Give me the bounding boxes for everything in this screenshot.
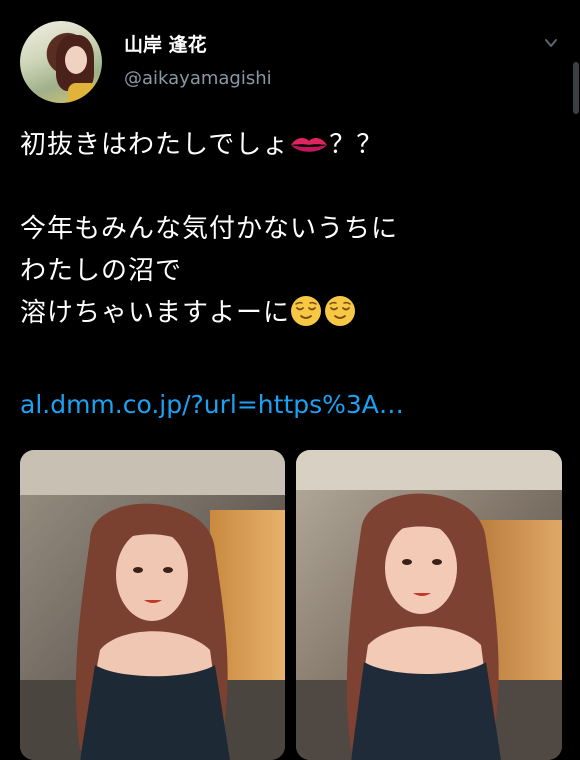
avatar[interactable]	[20, 21, 102, 103]
photo-2-image	[296, 450, 562, 760]
tweet-photo-1[interactable]	[20, 450, 285, 760]
tweet-line-2: 今年もみんな気付かないうちに	[20, 214, 399, 244]
avatar-face	[65, 46, 87, 74]
relieved-face-emoji	[291, 296, 322, 326]
relieved-face-emoji	[325, 296, 356, 326]
tweet-line-4: 溶けちゃいますよーに	[20, 292, 565, 334]
author-name[interactable]: 山岸 逢花	[124, 30, 207, 57]
photo-1-image	[20, 450, 285, 760]
tweet-link[interactable]: al.dmm.co.jp/?url=https%3A…	[20, 390, 404, 419]
scrollbar[interactable]	[573, 62, 579, 114]
tweet-text: 初抜きはわたしでしょ ？？ 今年もみんな気付かないうちに わたしの沼で 溶けちゃ…	[20, 124, 565, 334]
kiss-mark-emoji	[291, 138, 328, 152]
avatar-outfit	[68, 83, 98, 103]
tweet-line-3: わたしの沼で	[20, 256, 183, 286]
author-handle[interactable]: @aikayamagishi	[124, 68, 272, 89]
tweet-line-1: 初抜きはわたしでしょ ？？	[20, 130, 384, 160]
tweet-photo-2[interactable]	[296, 450, 562, 760]
chevron-down-icon[interactable]	[544, 36, 558, 50]
